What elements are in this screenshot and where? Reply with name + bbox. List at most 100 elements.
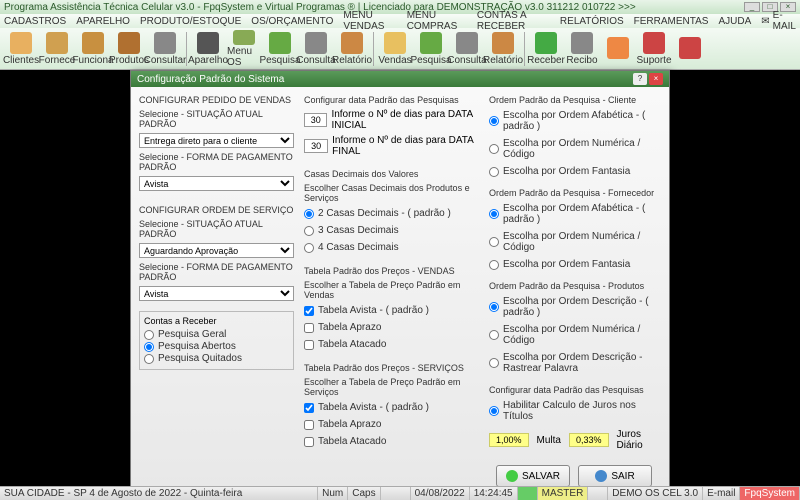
juros-value[interactable]: 0,33% xyxy=(569,433,609,447)
ordem-cliente-title: Ordem Padrão da Pesquisa - Cliente xyxy=(489,95,659,105)
casas-3-radio[interactable]: 3 Casas Decimais xyxy=(304,225,479,236)
menu-ajuda[interactable]: AJUDA xyxy=(718,16,751,27)
vendas-atacado-check[interactable]: Tabela Atacado xyxy=(304,339,479,350)
Produtos-icon xyxy=(118,32,140,54)
toolbar-vendas[interactable]: Vendas xyxy=(378,30,412,68)
ordem-produtos-title: Ordem Padrão da Pesquisa - Produtos xyxy=(489,281,659,291)
toolbar-btn[interactable] xyxy=(673,30,707,68)
dialog-titlebar: Configuração Padrão do Sistema ? × xyxy=(131,71,669,87)
pesquisa-abertos-radio[interactable]: Pesquisa Abertos xyxy=(144,341,289,352)
dialog-help-button[interactable]: ? xyxy=(633,73,647,85)
menu-relatorios[interactable]: RELATÓRIOS xyxy=(560,16,624,27)
cliente-fantasia-radio[interactable]: Escolha por Ordem Fantasia xyxy=(489,166,659,177)
Pesquisa-icon xyxy=(269,32,291,54)
fornecedor-fantasia-radio[interactable]: Escolha por Ordem Fantasia xyxy=(489,259,659,270)
toolbar-suporte[interactable]: Suporte xyxy=(637,30,671,68)
toolbar-produtos[interactable]: Produtos xyxy=(112,30,146,68)
produtos-rastrear-radio[interactable]: Escolha por Ordem Descrição - Rastrear P… xyxy=(489,352,659,374)
toolbar-pesquisa[interactable]: Pesquisa xyxy=(263,30,297,68)
os-situacao-label: Selecione - SITUAÇÃO ATUAL PADRÃO xyxy=(139,219,294,239)
dialog-close-button[interactable]: × xyxy=(649,73,663,85)
toolbar-consulta[interactable]: Consulta xyxy=(299,30,333,68)
status-email[interactable]: E-mail xyxy=(703,487,740,500)
multa-label: Multa xyxy=(537,435,561,446)
window-titlebar: Programa Assistência Técnica Celular v3.… xyxy=(0,0,800,14)
tabela-servicos-sub: Escolher a Tabela de Preço Padrão em Ser… xyxy=(304,377,479,397)
toolbar-clientes[interactable]: Clientes xyxy=(4,30,38,68)
status-master: MASTER xyxy=(538,487,589,500)
cliente-num-radio[interactable]: Escolha por Ordem Numérica / Código xyxy=(489,138,659,160)
multa-value[interactable]: 1,00% xyxy=(489,433,529,447)
data-pesquisas-title: Configurar data Padrão das Pesquisas xyxy=(304,95,479,105)
servicos-avista-check[interactable]: Tabela Avista - ( padrão ) xyxy=(304,402,479,413)
Aparelho-icon xyxy=(197,32,219,54)
ordem-fornecedor-title: Ordem Padrão da Pesquisa - Fornecedor xyxy=(489,188,659,198)
status-num: Num xyxy=(318,487,348,500)
juros-label: Juros Diário xyxy=(617,429,659,451)
minimize-button[interactable]: _ xyxy=(744,2,760,12)
dias-inicial-label: Informe o Nº de dias para DATA INICIAL xyxy=(331,109,479,131)
tool-icon xyxy=(679,37,701,59)
menu-aparelho[interactable]: APARELHO xyxy=(76,16,130,27)
casas-4-radio[interactable]: 4 Casas Decimais xyxy=(304,242,479,253)
cliente-alfa-radio[interactable]: Escolha por Ordem Afabética - ( padrão ) xyxy=(489,110,659,132)
toolbar-relatório[interactable]: Relatório xyxy=(486,30,520,68)
casas-decimais-title: Casas Decimais dos Valores xyxy=(304,169,479,179)
Clientes-icon xyxy=(10,32,32,54)
produtos-num-radio[interactable]: Escolha por Ordem Numérica / Código xyxy=(489,324,659,346)
servicos-atacado-check[interactable]: Tabela Atacado xyxy=(304,436,479,447)
toolbar-recibo[interactable]: Recibo xyxy=(565,30,599,68)
os-group-title: CONFIGURAR ORDEM DE SERVIÇO xyxy=(139,205,294,215)
toolbar-pesquisa[interactable]: Pesquisa xyxy=(414,30,448,68)
vendas-aprazo-check[interactable]: Tabela Aprazo xyxy=(304,322,479,333)
fornecedor-num-radio[interactable]: Escolha por Ordem Numérica / Código xyxy=(489,231,659,253)
servicos-aprazo-check[interactable]: Tabela Aprazo xyxy=(304,419,479,430)
os-pagamento-select[interactable]: Avista xyxy=(139,286,294,301)
menu-produto[interactable]: PRODUTO/ESTOQUE xyxy=(140,16,241,27)
vendas-group-title: CONFIGURAR PEDIDO DE VENDAS xyxy=(139,95,294,105)
dias-final-input[interactable]: 30 xyxy=(304,139,328,153)
fornecedor-alfa-radio[interactable]: Escolha por Ordem Afabética - ( padrão ) xyxy=(489,203,659,225)
vendas-situacao-select[interactable]: Entrega direto para o cliente xyxy=(139,133,294,148)
dias-inicial-input[interactable]: 30 xyxy=(304,113,327,127)
menu-cadastros[interactable]: CADASTROS xyxy=(4,16,66,27)
config-dialog: Configuração Padrão do Sistema ? × CONFI… xyxy=(130,70,670,494)
os-situacao-select[interactable]: Aguardando Aprovação xyxy=(139,243,294,258)
toolbar-receber[interactable]: Receber xyxy=(529,30,563,68)
sair-button[interactable]: SAIR xyxy=(578,465,652,487)
status-fpq[interactable]: FpqSystem xyxy=(740,487,800,500)
vendas-pagamento-select[interactable]: Avista xyxy=(139,176,294,191)
toolbar-aparelho[interactable]: Aparelho xyxy=(191,30,225,68)
Pesquisa-icon xyxy=(420,32,442,54)
pesquisa-quitados-radio[interactable]: Pesquisa Quitados xyxy=(144,353,289,364)
check-icon xyxy=(506,470,518,482)
vendas-pagamento-label: Selecione - FORMA DE PAGAMENTO PADRÃO xyxy=(139,152,294,172)
toolbar-relatório[interactable]: Relatório xyxy=(335,30,369,68)
status-caps: Caps xyxy=(348,487,380,500)
status-date: 04/08/2022 xyxy=(411,487,470,500)
habilitar-juros-radio[interactable]: Habilitar Calculo de Juros nos Títulos xyxy=(489,400,659,422)
toolbar-consultar[interactable]: Consultar xyxy=(148,30,182,68)
vendas-avista-check[interactable]: Tabela Avista - ( padrão ) xyxy=(304,305,479,316)
toolbar-funciona[interactable]: Funciona xyxy=(76,30,110,68)
salvar-button[interactable]: SALVAR xyxy=(496,465,570,487)
toolbar-consulta[interactable]: Consulta xyxy=(450,30,484,68)
produtos-desc-radio[interactable]: Escolha por Ordem Descrição - ( padrão ) xyxy=(489,296,659,318)
menu-email[interactable]: ✉ E-MAIL xyxy=(761,10,796,32)
toolbar-btn[interactable] xyxy=(601,30,635,68)
dialog-col-3: Ordem Padrão da Pesquisa - Cliente Escol… xyxy=(489,93,659,487)
pesquisa-geral-radio[interactable]: Pesquisa Geral xyxy=(144,329,289,340)
tabela-servicos-title: Tabela Padrão dos Preços - SERVIÇOS xyxy=(304,363,479,373)
tabela-vendas-sub: Escolher a Tabela de Preço Padrão em Ven… xyxy=(304,280,479,300)
Receber-icon xyxy=(535,32,557,54)
Vendas-icon xyxy=(384,32,406,54)
menu-ferramentas[interactable]: FERRAMENTAS xyxy=(634,16,709,27)
tabela-vendas-title: Tabela Padrão dos Preços - VENDAS xyxy=(304,266,479,276)
menu-os[interactable]: OS/ORÇAMENTO xyxy=(251,16,333,27)
status-location: SUA CIDADE - SP 4 de Agosto de 2022 - Qu… xyxy=(0,487,318,500)
Recibo-icon xyxy=(571,32,593,54)
toolbar-menu os[interactable]: Menu OS xyxy=(227,30,261,68)
casas-2-radio[interactable]: 2 Casas Decimais - ( padrão ) xyxy=(304,208,479,219)
toolbar-fornece[interactable]: Fornece xyxy=(40,30,74,68)
Menu OS-icon xyxy=(233,30,255,45)
